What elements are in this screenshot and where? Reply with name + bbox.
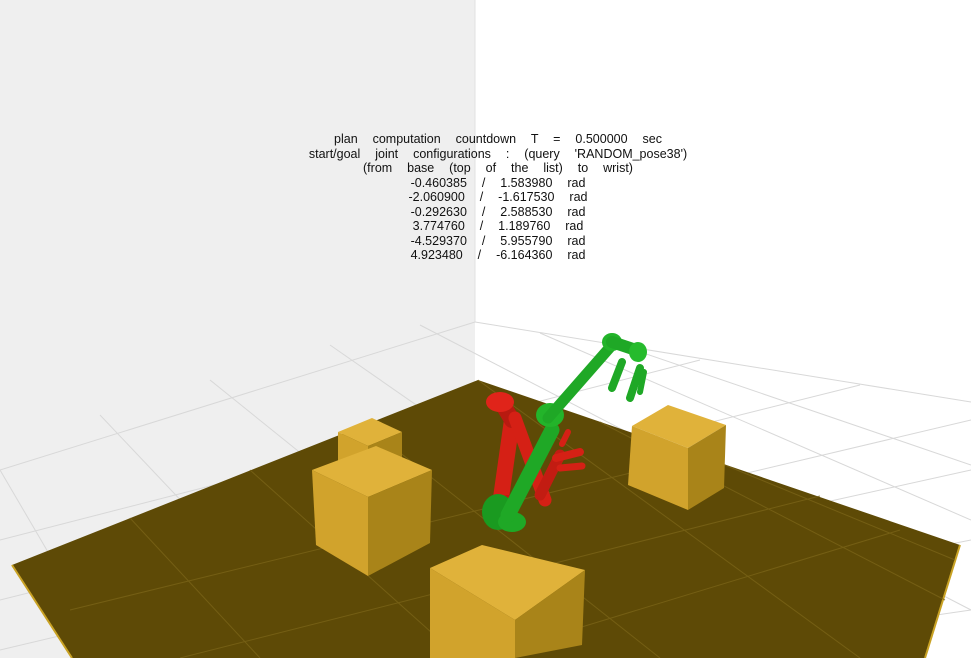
scene-canvas[interactable]: [0, 0, 971, 658]
3d-viewport[interactable]: plan computation countdown T = 0.500000 …: [0, 0, 971, 658]
